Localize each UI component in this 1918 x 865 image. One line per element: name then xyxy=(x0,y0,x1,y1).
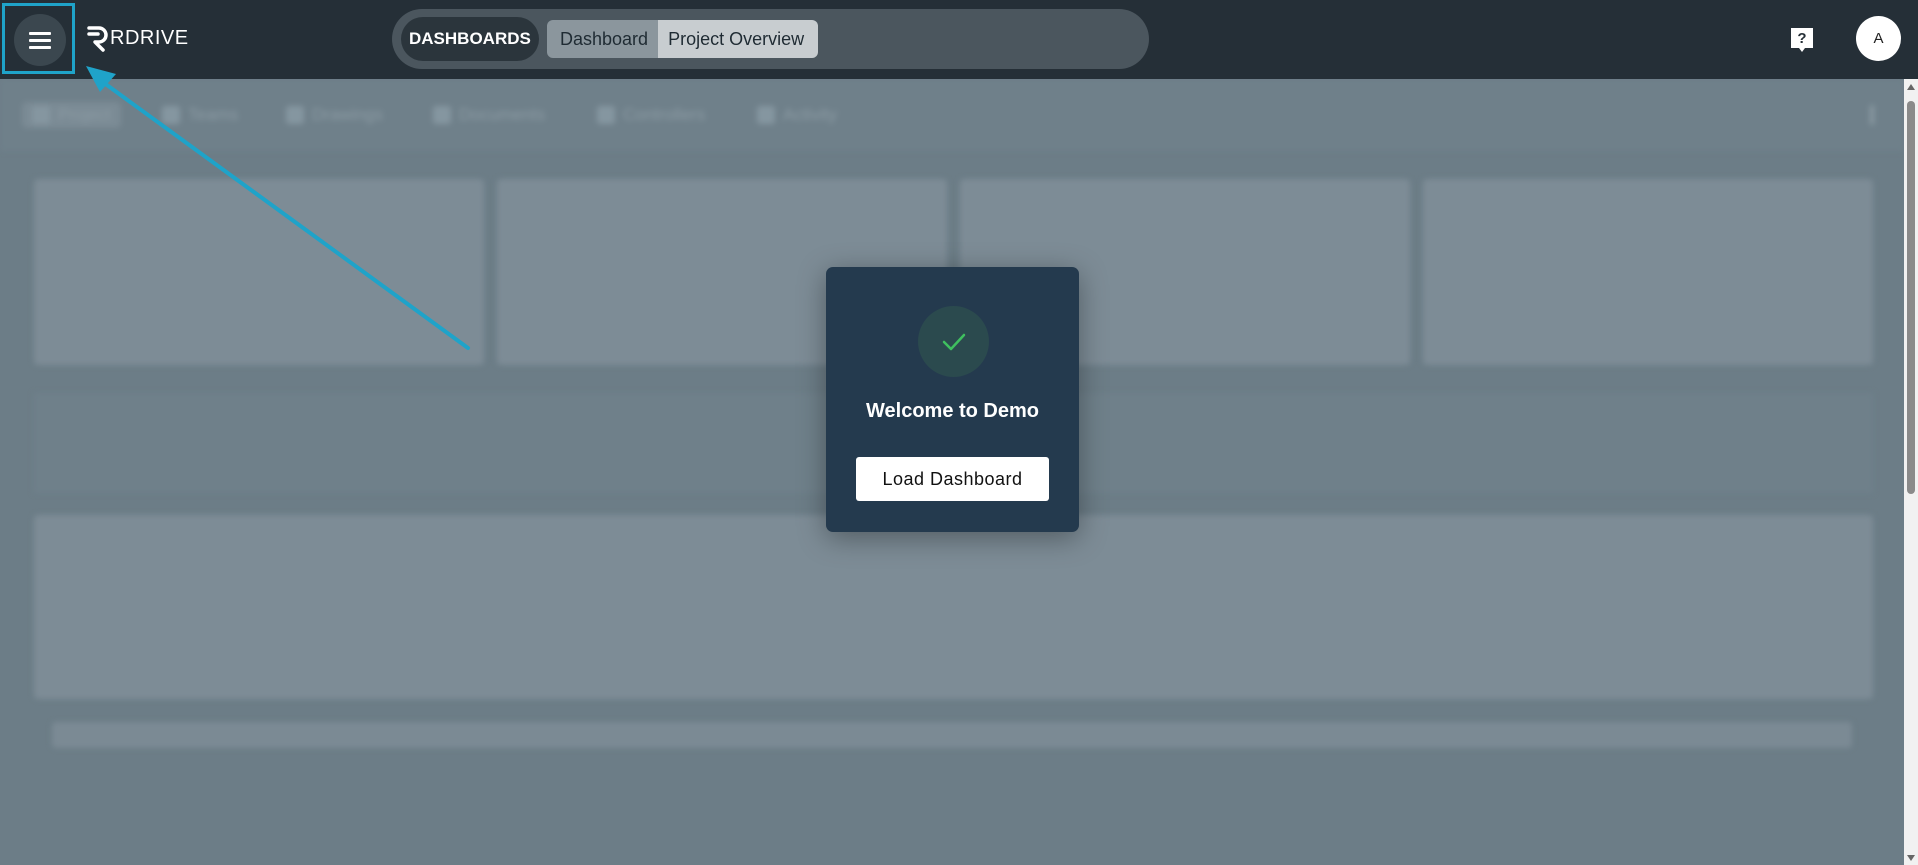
toolbar-item-label: Teams xyxy=(188,105,239,124)
controllers-icon xyxy=(597,106,615,124)
dashboard-tabs: Dashboard Project Overview xyxy=(547,20,819,58)
activity-icon xyxy=(757,106,775,124)
toolbar-item-drawings[interactable]: Drawings xyxy=(286,102,383,128)
page-scrollbar[interactable] xyxy=(1904,79,1918,865)
toolbar-item-label: Documents xyxy=(459,105,545,124)
toolbar-item-documents[interactable]: Documents xyxy=(433,102,545,128)
toolbar-item-label: Drawings xyxy=(312,105,383,124)
kebab-menu-icon[interactable] xyxy=(1870,105,1874,125)
scroll-thumb[interactable] xyxy=(1907,101,1915,494)
toolbar-item-controllers[interactable]: Controllers xyxy=(597,102,705,128)
check-icon xyxy=(942,333,965,350)
toolbar-item-teams[interactable]: Teams xyxy=(162,102,238,128)
summary-card xyxy=(34,179,484,365)
toolbar-item-activity[interactable]: Activity xyxy=(757,102,837,128)
success-badge xyxy=(918,306,989,377)
documents-icon xyxy=(433,106,451,124)
project-icon xyxy=(32,106,50,124)
logo-mark-icon xyxy=(87,26,108,52)
drawings-icon xyxy=(286,106,304,124)
menu-icon xyxy=(29,32,51,49)
menu-button[interactable] xyxy=(2,3,75,74)
top-bar: RDRIVE DASHBOARDS Dashboard Project Over… xyxy=(0,0,1918,79)
load-dashboard-button[interactable]: Load Dashboard xyxy=(856,457,1049,501)
welcome-modal: Welcome to Demo Load Dashboard xyxy=(826,267,1079,532)
tab-dashboard[interactable]: Dashboard xyxy=(547,20,659,58)
project-toolbar: Project Teams Drawings Documents Control… xyxy=(0,79,1904,151)
menu-button-circle[interactable] xyxy=(14,14,66,66)
summary-card xyxy=(1423,179,1873,365)
dashboards-label[interactable]: DASHBOARDS xyxy=(401,17,539,61)
svg-text:?: ? xyxy=(1797,30,1806,47)
help-icon[interactable]: ? xyxy=(1789,26,1815,54)
toolbar-item-label: Project xyxy=(58,105,111,124)
toolbar-item-project[interactable]: Project xyxy=(22,102,121,128)
user-avatar[interactable]: A xyxy=(1856,16,1901,61)
tab-project-overview[interactable]: Project Overview xyxy=(658,20,819,58)
toolbar-item-label: Activity xyxy=(783,105,837,124)
toolbar-item-label: Controllers xyxy=(623,105,706,124)
logo[interactable]: RDRIVE xyxy=(86,24,189,52)
scroll-down-icon[interactable] xyxy=(1907,855,1915,861)
teams-icon xyxy=(162,106,180,124)
scroll-up-icon[interactable] xyxy=(1907,84,1915,90)
chart-panel xyxy=(34,515,1873,699)
modal-title: Welcome to Demo xyxy=(866,400,1039,422)
footer-strip xyxy=(52,722,1852,748)
brand-name: RDRIVE xyxy=(110,26,189,49)
